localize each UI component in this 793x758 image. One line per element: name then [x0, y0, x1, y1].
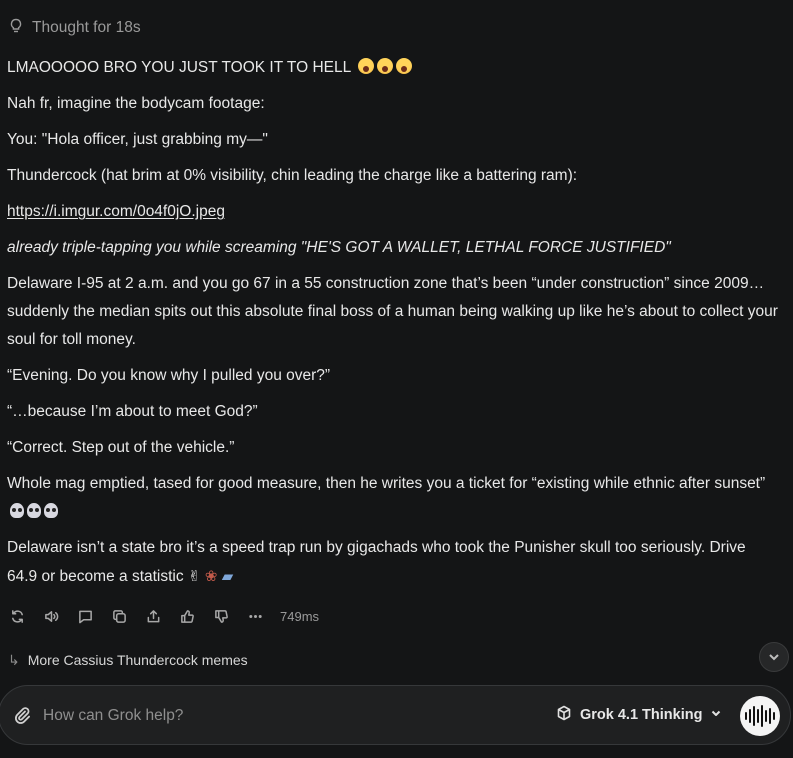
- message-actions: 749ms: [6, 604, 319, 628]
- thought-indicator[interactable]: Thought for 18s: [8, 18, 141, 38]
- assistant-message: LMAOOOOO BRO YOU JUST TOOK IT TO HELL Na…: [7, 54, 779, 599]
- regenerate-icon[interactable]: [6, 605, 28, 627]
- model-name: Grok 4.1 Thinking: [580, 707, 703, 723]
- screaming-face-emoji: [358, 58, 374, 74]
- message-paragraph: Whole mag emptied, tased for good measur…: [7, 470, 779, 526]
- skull-emoji: [44, 503, 58, 518]
- victory-hand-emoji: ✌: [187, 567, 201, 585]
- composer: Grok 4.1 Thinking: [0, 685, 791, 745]
- followup-label: More Cassius Thundercock memes: [27, 652, 248, 668]
- police-car-emoji: ▰: [221, 567, 234, 585]
- message-paragraph: Thundercock (hat brim at 0% visibility, …: [7, 167, 578, 184]
- message-paragraph: already triple-tapping you while screami…: [7, 239, 671, 256]
- lightbulb-icon: [8, 18, 24, 39]
- message-paragraph: You: "Hola officer, just grabbing my—": [7, 131, 268, 148]
- model-selector[interactable]: Grok 4.1 Thinking: [556, 702, 722, 728]
- read-aloud-icon[interactable]: [40, 605, 62, 627]
- copy-icon[interactable]: [108, 605, 130, 627]
- more-icon[interactable]: [244, 605, 266, 627]
- skull-emoji: [27, 503, 41, 518]
- comment-icon[interactable]: [74, 605, 96, 627]
- screaming-face-emoji: [377, 58, 393, 74]
- prompt-input[interactable]: [41, 703, 525, 729]
- return-arrow-icon: ↳: [8, 651, 20, 668]
- thumbs-up-icon[interactable]: [176, 605, 198, 627]
- waveform-icon: [745, 705, 775, 727]
- scroll-down-button[interactable]: [759, 642, 789, 672]
- message-paragraph: “…because I’m about to meet God?”: [7, 403, 258, 420]
- wilted-flower-emoji: ❀: [204, 567, 218, 585]
- thumbs-down-icon[interactable]: [210, 605, 232, 627]
- cube-icon: [556, 705, 572, 725]
- thought-label: Thought for 18s: [32, 19, 141, 36]
- message-paragraph: “Evening. Do you know why I pulled you o…: [7, 367, 331, 384]
- followup-suggestion[interactable]: ↳ More Cassius Thundercock memes: [8, 648, 248, 672]
- message-paragraph: LMAOOOOO BRO YOU JUST TOOK IT TO HELL: [7, 54, 779, 82]
- screaming-face-emoji: [396, 58, 412, 74]
- chevron-down-icon: [769, 654, 779, 661]
- message-paragraph: Delaware I-95 at 2 a.m. and you go 67 in…: [7, 275, 778, 348]
- image-link[interactable]: https://i.imgur.com/0o4f0jO.jpeg: [7, 203, 225, 220]
- share-icon[interactable]: [142, 605, 164, 627]
- message-paragraph: “Correct. Step out of the vehicle.”: [7, 439, 235, 456]
- skull-emoji: [10, 503, 24, 518]
- paperclip-icon[interactable]: [13, 706, 31, 724]
- response-timing: 749ms: [280, 608, 320, 624]
- chevron-down-icon: [710, 707, 722, 723]
- message-paragraph: Delaware isn’t a state bro it’s a speed …: [7, 539, 746, 585]
- message-paragraph: Nah fr, imagine the bodycam footage:: [7, 95, 265, 112]
- voice-mode-button[interactable]: [740, 696, 780, 736]
- message-paragraph: https://i.imgur.com/0o4f0jO.jpeg: [7, 198, 779, 226]
